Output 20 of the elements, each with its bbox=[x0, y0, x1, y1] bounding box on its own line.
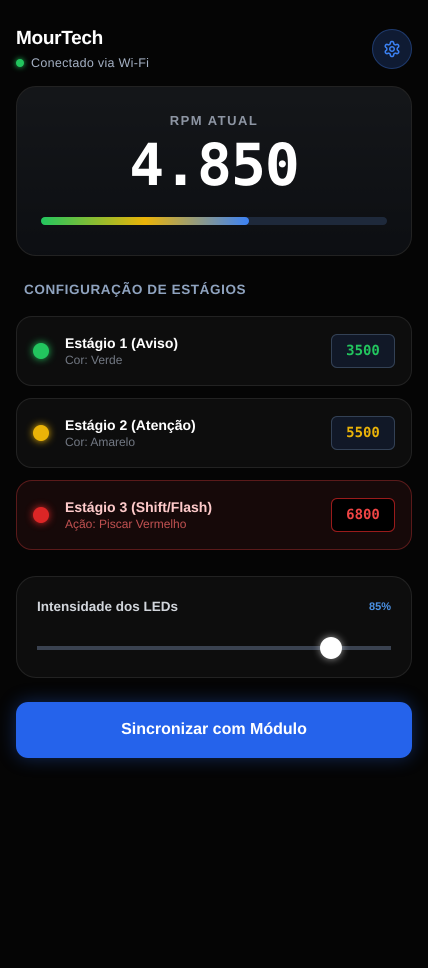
settings-button[interactable] bbox=[372, 29, 412, 69]
slider-thumb[interactable] bbox=[320, 637, 342, 659]
stage-subtitle: Ação: Piscar Vermelho bbox=[65, 516, 188, 532]
stage-title: Estágio 3 (Shift/Flash) bbox=[65, 498, 214, 516]
stage-title: Estágio 2 (Atenção) bbox=[65, 416, 197, 434]
sync-button[interactable]: Sincronizar com Módulo bbox=[16, 702, 412, 758]
section-title: CONFIGURAÇÃO DE ESTÁGIOS bbox=[24, 282, 248, 298]
app-title: MourTech bbox=[16, 28, 104, 50]
rpm-input[interactable]: 3500 bbox=[331, 334, 395, 368]
stage-title: Estágio 1 (Aviso) bbox=[65, 334, 180, 352]
connection-status: Conectado via Wi-Fi bbox=[31, 56, 150, 70]
rpm-value: 4.850 bbox=[128, 133, 300, 197]
settings-icon bbox=[383, 40, 401, 58]
rpm-input[interactable]: 6800 bbox=[331, 498, 395, 532]
stage-subtitle: Cor: Amarelo bbox=[65, 434, 136, 450]
rpm-input[interactable]: 5500 bbox=[331, 416, 395, 450]
rpm-label: RPM ATUAL bbox=[168, 113, 260, 129]
stage-subtitle: Cor: Verde bbox=[65, 352, 124, 368]
slider-label: Intensidade dos LEDs bbox=[37, 599, 178, 614]
slider-value: 85% bbox=[368, 600, 391, 612]
